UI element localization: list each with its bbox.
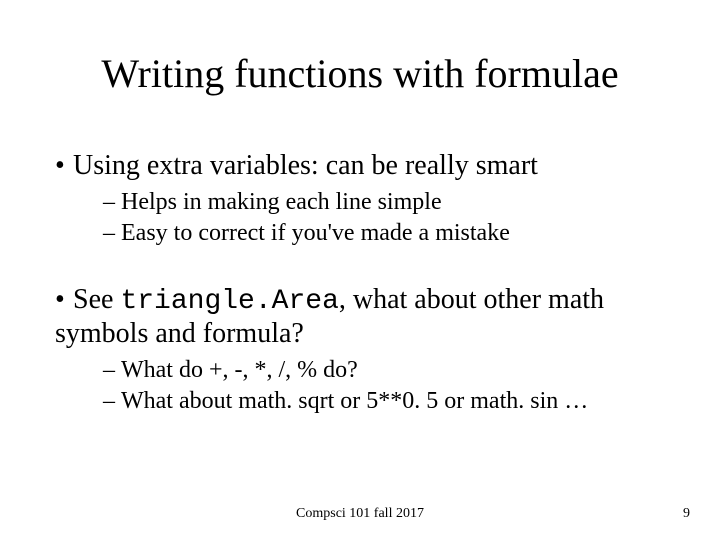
bullet-1-sub-2: –Easy to correct if you've made a mistak… [103, 219, 675, 248]
bullet-1-sub-1-text: Helps in making each line simple [121, 189, 442, 215]
footer-center: Compsci 101 fall 2017 [0, 506, 720, 522]
dash-icon: – [103, 188, 121, 217]
slide: Writing functions with formulae •Using e… [0, 0, 720, 540]
dash-icon: – [103, 387, 121, 416]
dash-icon: – [103, 356, 121, 385]
bullet-dot-icon: • [55, 284, 73, 316]
bullet-2-code: triangle.Area [120, 286, 338, 317]
bullet-dot-icon: • [55, 150, 73, 182]
bullet-2: •See triangle.Area, what about other mat… [55, 284, 675, 350]
bullet-2-sub-2: –What about math. sqrt or 5**0. 5 or mat… [103, 387, 675, 416]
bullet-2-prefix: See [73, 284, 120, 315]
bullet-2-sub-2-text: What about math. sqrt or 5**0. 5 or math… [121, 388, 588, 414]
bullet-1: •Using extra variables: can be really sm… [55, 150, 675, 182]
slide-title: Writing functions with formulae [0, 50, 720, 97]
slide-body: •Using extra variables: can be really sm… [55, 150, 675, 418]
bullet-1-sub-1: –Helps in making each line simple [103, 188, 675, 217]
bullet-1-sub-2-text: Easy to correct if you've made a mistake [121, 220, 510, 246]
bullet-1-text: Using extra variables: can be really sma… [73, 150, 538, 181]
spacer [55, 250, 675, 284]
bullet-2-sub-1-text: What do +, -, *, /, % do? [121, 357, 358, 383]
dash-icon: – [103, 219, 121, 248]
page-number: 9 [683, 506, 690, 522]
bullet-2-sub-1: –What do +, -, *, /, % do? [103, 356, 675, 385]
